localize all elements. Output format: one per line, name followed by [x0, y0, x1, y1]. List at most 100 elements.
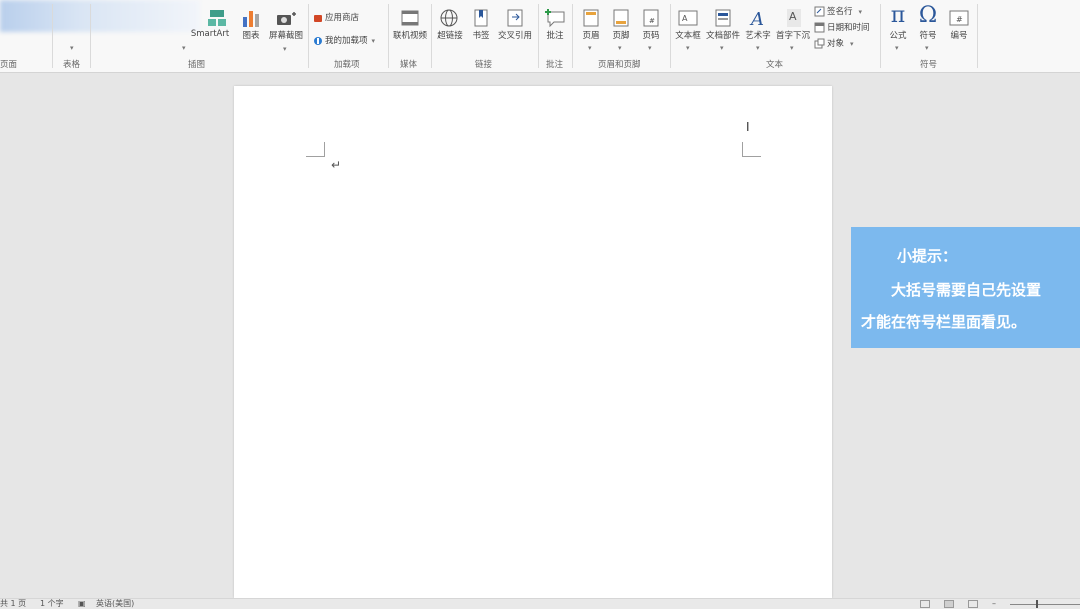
store-icon [314, 14, 322, 22]
footer-dropdown-caret[interactable]: ▾ [618, 44, 622, 52]
group-label-comments: 批注 [546, 60, 564, 70]
web-layout-button[interactable] [968, 600, 978, 608]
drop-cap-button[interactable]: A 首字下沉 [774, 8, 812, 41]
separator [977, 4, 978, 68]
separator [90, 4, 91, 68]
table-dropdown-caret[interactable]: ▾ [70, 44, 74, 52]
comment-icon [545, 9, 565, 28]
zoom-slider-thumb[interactable] [1036, 600, 1038, 608]
svg-text:A: A [682, 14, 688, 23]
screenshot-button[interactable]: 屏幕截图 [266, 8, 306, 41]
wordart-dropdown-caret[interactable]: ▾ [756, 44, 760, 52]
equation-dropdown-caret[interactable]: ▾ [895, 44, 899, 52]
bookmark-icon [474, 9, 488, 27]
zoom-slider-track[interactable] [1010, 604, 1080, 605]
quick-parts-dropdown-caret[interactable]: ▾ [720, 44, 724, 52]
text-cursor-paragraph-mark: ↵ [331, 158, 342, 172]
tip-overlay: 小提示： 大括号需要自己先设置 才能在符号栏里面看见。 [851, 227, 1080, 348]
chart-button[interactable]: 图表 [240, 8, 262, 41]
group-label-links: 链接 [475, 60, 493, 70]
online-video-button[interactable]: 联机视频 [390, 8, 430, 41]
video-icon [401, 10, 419, 26]
print-layout-button[interactable] [944, 600, 954, 608]
separator [880, 4, 881, 68]
tip-line-1: 大括号需要自己先设置 [891, 281, 1042, 299]
svg-text:A: A [789, 10, 797, 23]
svg-text:A: A [749, 9, 764, 28]
group-label-tables: 表格 [63, 60, 81, 70]
bookmark-button[interactable]: 书签 [470, 8, 492, 41]
status-bar: 共 1 页 1 个字 ▣ 英语(美国) – [0, 598, 1080, 609]
smartart-button[interactable]: SmartArt [191, 8, 238, 39]
signature-line-button[interactable]: 签名行 ▾ [814, 5, 862, 19]
object-icon [814, 38, 825, 49]
drop-cap-icon: A [787, 9, 801, 27]
tip-line-2: 才能在符号栏里面看见。 [861, 313, 1027, 331]
cross-reference-button[interactable]: 交叉引用 [496, 8, 534, 41]
comment-button[interactable]: 批注 [542, 8, 568, 41]
date-time-button[interactable]: 日期和时间 [814, 21, 870, 35]
app-store-button[interactable]: 应用商店 [313, 11, 359, 25]
equation-button[interactable]: π 公式 [884, 3, 912, 42]
screenshot-dropdown-caret[interactable]: ▾ [283, 45, 287, 53]
symbol-dropdown-caret[interactable]: ▾ [925, 44, 929, 52]
calendar-icon [814, 22, 825, 33]
symbol-button[interactable]: Ω 符号 [914, 3, 942, 42]
shapes-dropdown-caret[interactable]: ▾ [182, 44, 186, 52]
separator [52, 4, 53, 68]
numbering-button[interactable]: # 编号 [946, 8, 972, 41]
header-icon [583, 9, 599, 27]
margin-corner-top-right [742, 142, 761, 157]
my-addins-button[interactable]: 我的加载项 ▾ [313, 34, 375, 48]
group-label-symbols: 符号 [920, 60, 938, 70]
omega-icon: Ω [918, 3, 938, 28]
separator [431, 4, 432, 68]
object-button[interactable]: 对象 ▾ [814, 37, 854, 51]
group-label-addins: 加载项 [334, 60, 360, 70]
document-page[interactable]: ↵ I [234, 86, 832, 598]
header-button[interactable]: 页眉 [578, 8, 604, 41]
page-number-dropdown-caret[interactable]: ▾ [648, 44, 652, 52]
addins-icon [314, 36, 322, 45]
chart-icon [243, 11, 259, 27]
footer-icon [613, 9, 629, 27]
group-label-text: 文本 [766, 60, 784, 70]
smartart-icon [208, 10, 226, 26]
read-mode-button[interactable] [920, 600, 930, 608]
ibeam-cursor-icon: I [746, 120, 750, 134]
text-box-dropdown-caret[interactable]: ▾ [686, 44, 690, 52]
quick-parts-button[interactable]: 文档部件 [704, 8, 742, 41]
page-number-button[interactable]: # 页码 [638, 8, 664, 41]
drop-cap-dropdown-caret[interactable]: ▾ [790, 44, 794, 52]
separator [670, 4, 671, 68]
signature-icon [814, 6, 825, 17]
page-number-icon: # [643, 9, 659, 27]
camera-icon [277, 12, 296, 25]
svg-text:#: # [956, 15, 963, 24]
text-box-button[interactable]: A 文本框 [673, 8, 703, 41]
ribbon-blurred-area [0, 0, 200, 32]
separator [388, 4, 389, 68]
globe-link-icon [440, 9, 458, 27]
group-label-illustrations: 插图 [188, 60, 206, 70]
hyperlink-button[interactable]: 超链接 [434, 8, 466, 41]
ribbon: 页面 ▾ 表格 SmartArt 图表 屏幕截图 ▾ ▾ 插图 应用商店 我的加… [0, 0, 1080, 73]
group-label-header-footer: 页眉和页脚 [598, 60, 641, 70]
footer-button[interactable]: 页脚 [608, 8, 634, 41]
header-dropdown-caret[interactable]: ▾ [588, 44, 592, 52]
numbering-icon: # [949, 10, 969, 26]
svg-text:#: # [649, 17, 655, 25]
separator [308, 4, 309, 68]
pi-icon: π [890, 3, 906, 28]
tip-title: 小提示： [897, 247, 958, 265]
cross-reference-icon [507, 9, 523, 27]
margin-corner-top-left [306, 142, 325, 157]
separator [538, 4, 539, 68]
group-label-media: 媒体 [400, 60, 418, 70]
group-label-pages: 页面 [0, 60, 18, 70]
separator [572, 4, 573, 68]
wordart-icon: A [749, 9, 764, 28]
quick-parts-icon [715, 9, 731, 27]
wordart-button[interactable]: A 艺术字 [743, 8, 773, 41]
text-box-icon: A [678, 10, 698, 26]
